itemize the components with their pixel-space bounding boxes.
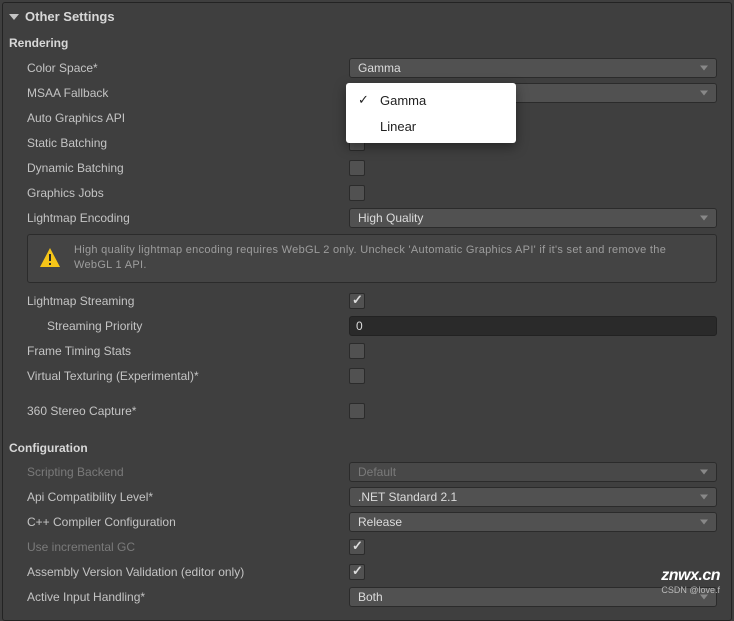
section-title: Other Settings xyxy=(25,9,115,24)
graphics-jobs-checkbox[interactable] xyxy=(349,185,365,201)
incremental-gc-label: Use incremental GC xyxy=(27,540,349,554)
streaming-priority-label: Streaming Priority xyxy=(47,319,349,333)
cpp-compiler-dropdown[interactable]: Release xyxy=(349,512,717,532)
lightmap-streaming-label: Lightmap Streaming xyxy=(27,294,349,308)
lightmap-encoding-value: High Quality xyxy=(358,211,423,225)
active-input-value: Both xyxy=(358,590,383,604)
api-compat-label: Api Compatibility Level* xyxy=(27,490,349,504)
incremental-gc-checkbox[interactable] xyxy=(349,539,365,555)
cpp-compiler-label: C++ Compiler Configuration xyxy=(27,515,349,529)
active-input-dropdown[interactable]: Both xyxy=(349,587,717,607)
color-space-label: Color Space* xyxy=(27,61,349,75)
graphics-jobs-label: Graphics Jobs xyxy=(27,186,349,200)
auto-graphics-api-label: Auto Graphics API xyxy=(27,111,349,125)
warning-icon xyxy=(38,246,62,270)
assembly-validation-checkbox[interactable] xyxy=(349,564,365,580)
lightmap-warning: High quality lightmap encoding requires … xyxy=(27,234,717,283)
stereo-capture-label: 360 Stereo Capture* xyxy=(27,404,349,418)
rendering-heading: Rendering xyxy=(3,31,731,55)
virtual-texturing-checkbox[interactable] xyxy=(349,368,365,384)
scripting-backend-value: Default xyxy=(358,465,396,479)
api-compat-dropdown[interactable]: .NET Standard 2.1 xyxy=(349,487,717,507)
popup-item-label: Gamma xyxy=(380,93,426,108)
color-space-value: Gamma xyxy=(358,61,401,75)
popup-item-label: Linear xyxy=(380,119,416,134)
configuration-heading: Configuration xyxy=(3,436,731,460)
frame-timing-stats-label: Frame Timing Stats xyxy=(27,344,349,358)
streaming-priority-input[interactable] xyxy=(349,316,717,336)
lightmap-encoding-dropdown[interactable]: High Quality xyxy=(349,208,717,228)
section-header-other-settings[interactable]: Other Settings xyxy=(3,3,731,31)
lightmap-encoding-label: Lightmap Encoding xyxy=(27,211,349,225)
warning-text: High quality lightmap encoding requires … xyxy=(74,243,706,274)
virtual-texturing-label: Virtual Texturing (Experimental)* xyxy=(27,369,349,383)
msaa-fallback-label: MSAA Fallback xyxy=(27,86,349,100)
popup-item-linear[interactable]: Linear xyxy=(346,113,516,139)
api-compat-value: .NET Standard 2.1 xyxy=(358,490,457,504)
scripting-backend-dropdown: Default xyxy=(349,462,717,482)
check-icon: ✓ xyxy=(358,92,380,108)
scripting-backend-label: Scripting Backend xyxy=(27,465,349,479)
color-space-dropdown[interactable]: Gamma xyxy=(349,58,717,78)
dynamic-batching-label: Dynamic Batching xyxy=(27,161,349,175)
stereo-capture-checkbox[interactable] xyxy=(349,403,365,419)
active-input-label: Active Input Handling* xyxy=(27,590,349,604)
assembly-validation-label: Assembly Version Validation (editor only… xyxy=(27,565,349,579)
static-batching-label: Static Batching xyxy=(27,136,349,150)
lightmap-streaming-checkbox[interactable] xyxy=(349,293,365,309)
color-space-popup: ✓ Gamma Linear xyxy=(346,83,516,143)
dynamic-batching-checkbox[interactable] xyxy=(349,160,365,176)
foldout-arrow-icon xyxy=(9,14,19,20)
popup-item-gamma[interactable]: ✓ Gamma xyxy=(346,87,516,113)
cpp-compiler-value: Release xyxy=(358,515,402,529)
frame-timing-stats-checkbox[interactable] xyxy=(349,343,365,359)
